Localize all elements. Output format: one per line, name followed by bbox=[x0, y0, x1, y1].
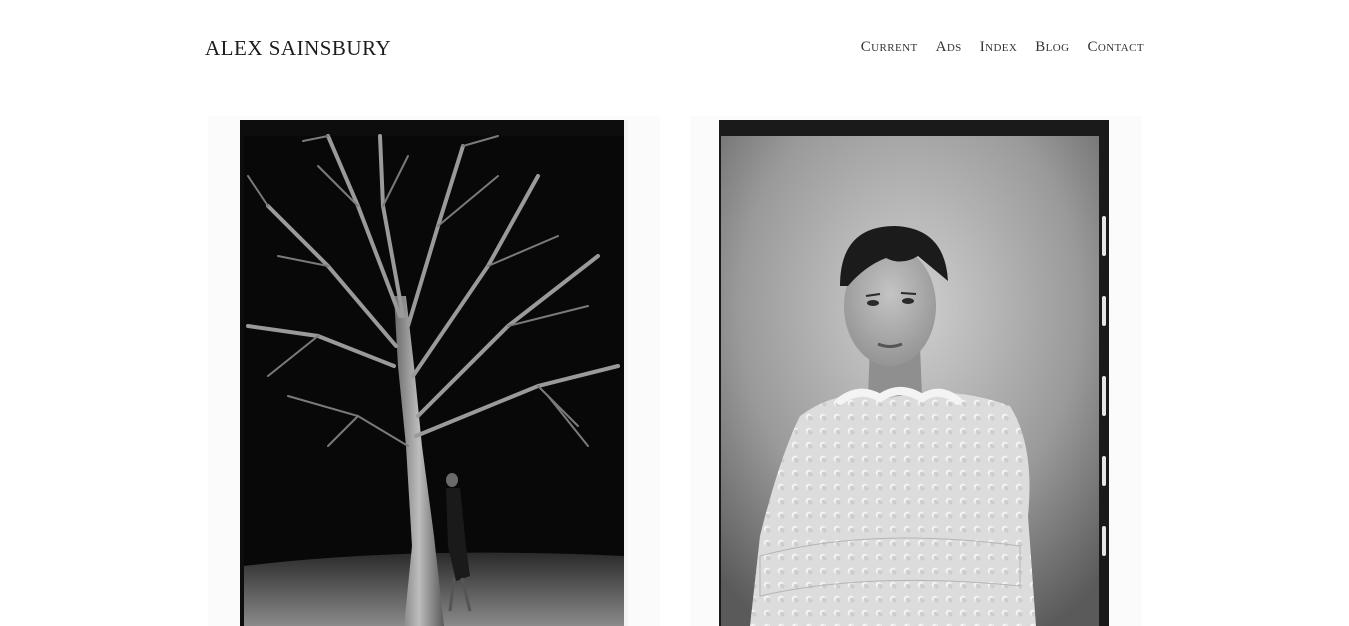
gallery-photo-tree[interactable] bbox=[208, 116, 660, 626]
photo-portrait-image bbox=[690, 116, 1142, 626]
photo-gallery bbox=[0, 0, 1349, 626]
gallery-photo-portrait[interactable] bbox=[690, 116, 1142, 626]
photo-tree-image bbox=[208, 116, 660, 626]
